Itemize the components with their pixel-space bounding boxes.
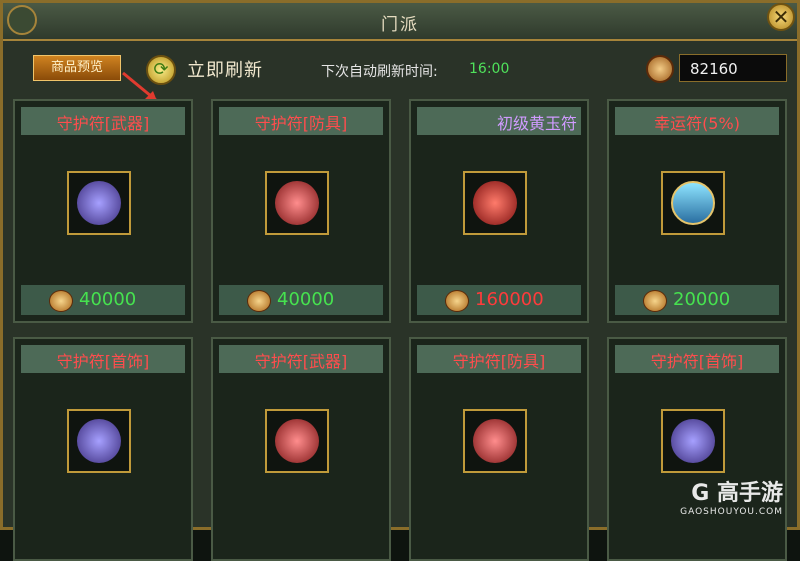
- item-slot[interactable]: [67, 171, 131, 235]
- purple-orb-icon: [77, 181, 121, 225]
- item-name: 守护符[武器]: [254, 352, 348, 371]
- item-slot[interactable]: [661, 409, 725, 473]
- red-orb-icon: [473, 419, 517, 463]
- shop-item-card[interactable]: 幸运符(5%) 20000: [607, 99, 787, 323]
- item-slot[interactable]: [67, 409, 131, 473]
- luck-scroll-icon: [671, 181, 715, 225]
- item-slot[interactable]: [661, 171, 725, 235]
- item-name-bar: 幸运符(5%): [615, 107, 779, 135]
- shop-window: 门派 ✕ 商品预览 ⟳ 立即刷新 下次自动刷新时间: 16:00 82160 守…: [0, 0, 800, 561]
- item-price: 160000: [475, 289, 544, 310]
- red-orb-icon: [275, 419, 319, 463]
- item-name-bar: 初级黄玉符: [417, 107, 581, 135]
- item-name: 守护符[防具]: [452, 352, 546, 371]
- item-name: 守护符[首饰]: [56, 352, 150, 371]
- item-name: 守护符[防具]: [254, 114, 348, 133]
- watermark-url: GAOSHOUYOU.COM: [680, 507, 783, 517]
- refresh-icon[interactable]: ⟳: [146, 55, 176, 85]
- purple-orb-icon: [77, 419, 121, 463]
- item-name: 守护符[武器]: [56, 114, 150, 133]
- item-name-bar: 守护符[武器]: [219, 345, 383, 373]
- item-price: 40000: [277, 289, 335, 310]
- shop-item-card[interactable]: 守护符[武器] 40000: [13, 99, 193, 323]
- close-button[interactable]: ✕: [767, 3, 795, 31]
- item-name: 幸运符(5%): [654, 114, 740, 133]
- gold-coin-icon: [646, 55, 674, 83]
- item-name-bar: 守护符[首饰]: [615, 345, 779, 373]
- item-name-bar: 守护符[防具]: [219, 107, 383, 135]
- item-grid: 守护符[武器] 40000 守护符[防具] 40000 初级黄玉符 160000…: [13, 99, 787, 561]
- refresh-button[interactable]: 立即刷新: [187, 56, 263, 82]
- item-name: 守护符[首饰]: [650, 352, 744, 371]
- item-name-bar: 守护符[防具]: [417, 345, 581, 373]
- gold-coin-icon: [643, 290, 667, 312]
- item-name-bar: 守护符[首饰]: [21, 345, 185, 373]
- item-price: 40000: [79, 289, 137, 310]
- gold-coin-icon: [49, 290, 73, 312]
- red-diamond-icon: [463, 171, 527, 235]
- timer-label: 下次自动刷新时间:: [321, 64, 438, 80]
- site-watermark: G 高手游 GAOSHOUYOU.COM: [680, 475, 783, 517]
- timer-value: 16:00: [469, 61, 510, 77]
- purple-orb-icon: [671, 419, 715, 463]
- red-orb-icon: [275, 181, 319, 225]
- item-slot[interactable]: [265, 409, 329, 473]
- price-bar: 40000: [21, 285, 185, 315]
- price-bar: 40000: [219, 285, 383, 315]
- shop-item-card[interactable]: 守护符[首饰]: [607, 337, 787, 561]
- shop-item-card[interactable]: 守护符[首饰]: [13, 337, 193, 561]
- shop-item-card[interactable]: 守护符[武器]: [211, 337, 391, 561]
- shop-item-card[interactable]: 初级黄玉符 160000: [409, 99, 589, 323]
- title-bar: 门派 ✕: [3, 3, 797, 41]
- gold-coin-icon: [445, 290, 469, 312]
- price-bar: 20000: [615, 285, 779, 315]
- preview-button[interactable]: 商品预览: [33, 55, 121, 81]
- item-name-bar: 守护符[武器]: [21, 107, 185, 135]
- shop-item-card[interactable]: 守护符[防具] 40000: [211, 99, 391, 323]
- item-slot[interactable]: [463, 171, 527, 235]
- item-name: 初级黄玉符: [496, 114, 577, 133]
- watermark-logo: G 高手游: [691, 481, 783, 506]
- gold-coin-icon: [247, 290, 271, 312]
- item-slot[interactable]: [265, 171, 329, 235]
- item-price: 20000: [673, 289, 731, 310]
- shop-item-card[interactable]: 守护符[防具]: [409, 337, 589, 561]
- gold-balance: 82160: [679, 54, 787, 82]
- window-title: 门派: [381, 15, 419, 35]
- price-bar: 160000: [417, 285, 581, 315]
- toolbar: 商品预览 ⟳ 立即刷新 下次自动刷新时间: 16:00 82160: [3, 41, 797, 103]
- item-slot[interactable]: [463, 409, 527, 473]
